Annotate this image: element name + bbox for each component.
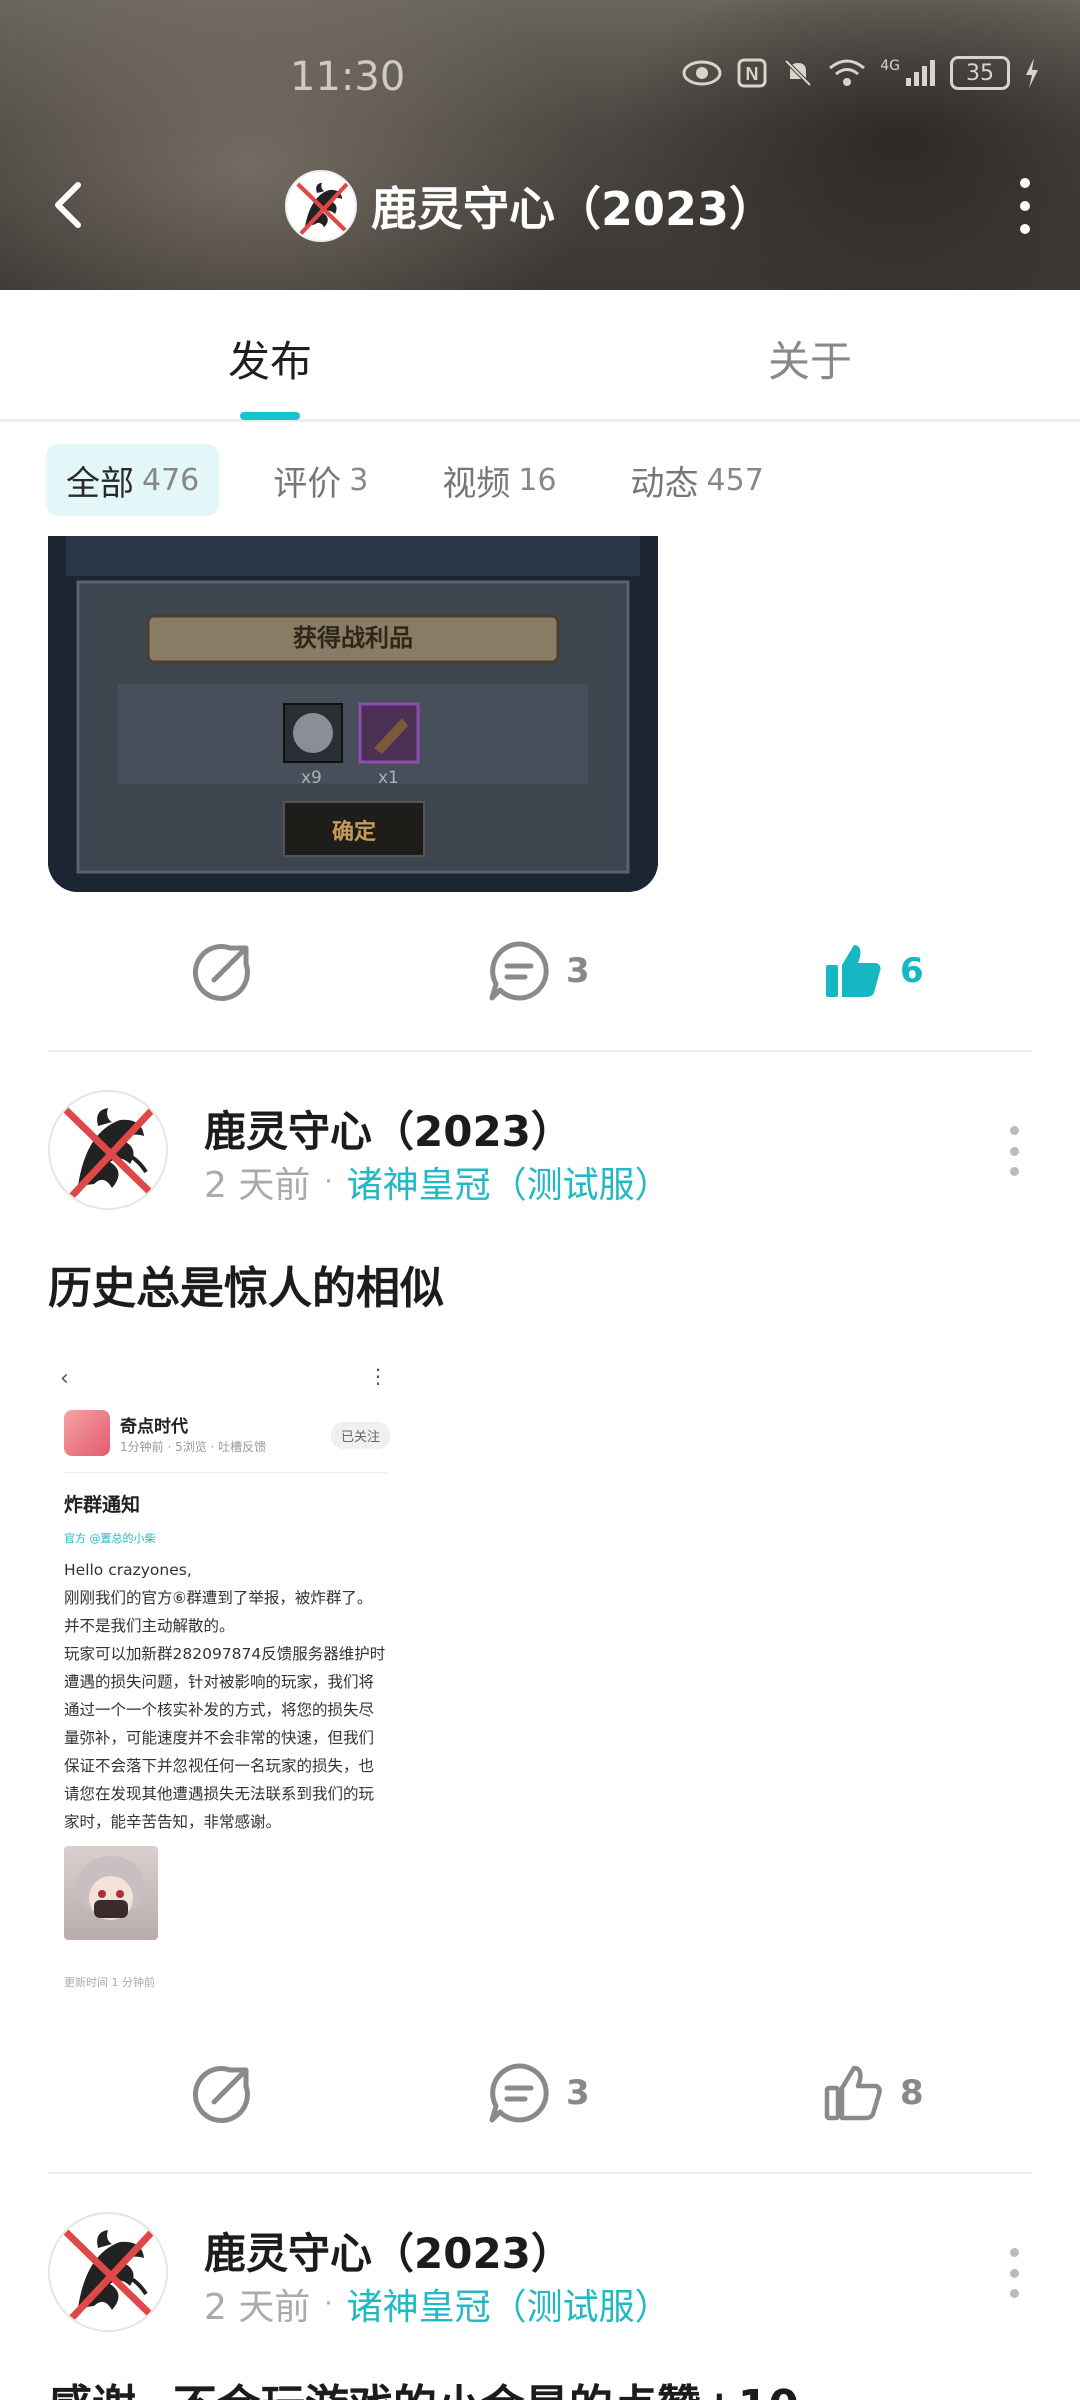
- author-name[interactable]: 鹿灵守心（2023）: [204, 2220, 573, 2281]
- like-count: 6: [900, 951, 924, 991]
- game-link[interactable]: 诸神皇冠（测试服）: [347, 2278, 671, 2330]
- filter-all[interactable]: 全部 476: [46, 444, 220, 516]
- share-button[interactable]: [190, 2048, 256, 2138]
- embed-divider: [64, 1472, 388, 1473]
- post-divider: [48, 2172, 1032, 2174]
- battery-indicator: 35: [950, 56, 1010, 90]
- share-icon: [192, 944, 250, 1002]
- filter-chips: 全部 476 评价 3 视频 16 动态 457: [46, 444, 784, 516]
- comment-count: 3: [566, 951, 590, 991]
- status-bar: 11:30 N 4G 35: [0, 0, 1080, 140]
- embed-updated: 更新时间 1 分钟前: [64, 1976, 155, 1989]
- embed-back-icon: ‹: [60, 1366, 69, 1391]
- post1-action-bar: 3 8: [0, 2048, 1080, 2138]
- eye-icon: [682, 60, 722, 86]
- comment-icon: [489, 941, 549, 1001]
- post-time: 2 天前: [204, 2287, 311, 2328]
- post-image-announcement[interactable]: ‹ ⋮ 奇点时代 1分钟前 · 5浏览 · 吐槽反馈 已关注 炸群通知 官方 @…: [48, 1346, 398, 2006]
- avatar[interactable]: [285, 170, 357, 242]
- comment-button[interactable]: 3: [486, 926, 590, 1016]
- like-button[interactable]: 8: [822, 2048, 924, 2138]
- wifi-icon: [829, 59, 866, 86]
- dragon-avatar-icon: [52, 2216, 166, 2330]
- post-title[interactable]: 历史总是惊人的相似: [48, 1252, 444, 1316]
- meta-separator: ·: [324, 1167, 333, 1197]
- embed-tag: 官方 @置总的小柴: [64, 1532, 156, 1545]
- more-menu-icon[interactable]: [1010, 178, 1040, 234]
- comment-icon: [489, 2063, 549, 2123]
- loot-confirm-button: 确定: [331, 820, 376, 845]
- thumbs-up-outline-icon: [824, 2065, 882, 2121]
- author-avatar[interactable]: [48, 2212, 168, 2332]
- meta-separator: ·: [324, 2289, 333, 2319]
- embed-body: Hello crazyones, 刚刚我们的官方⑥群遭到了举报，被炸群了。 并不…: [64, 1561, 386, 1831]
- post-image-loot[interactable]: 获得战利品 x9 x1 确定: [48, 536, 658, 892]
- post-more-icon[interactable]: [1004, 2248, 1024, 2298]
- header-title-group: 鹿灵守心（2023）: [285, 170, 775, 242]
- like-button[interactable]: 6: [822, 926, 924, 1016]
- filter-videos[interactable]: 视频 16: [422, 444, 576, 516]
- profile-header: 11:30 N 4G 35 鹿灵守心（2023）: [0, 0, 1080, 290]
- embed-avatar: [64, 1410, 110, 1456]
- post2-header: 鹿灵守心（2023） 2 天前 · 诸神皇冠（测试服）: [48, 2212, 1032, 2336]
- tab-bar: 发布 关于: [0, 290, 1080, 422]
- tab-about[interactable]: 关于: [768, 328, 852, 389]
- embed-title: 炸群通知: [64, 1494, 141, 1516]
- like-count: 8: [900, 2073, 924, 2113]
- top-nav: 鹿灵守心（2023）: [0, 150, 1080, 260]
- signal-icon: [906, 60, 935, 86]
- comment-button[interactable]: 3: [486, 2048, 590, 2138]
- post-more-icon[interactable]: [1004, 1126, 1024, 1176]
- post0-action-bar: 3 6: [0, 926, 1080, 1016]
- embed-sticker-image: [64, 1846, 158, 1940]
- thumbs-up-filled-icon: [826, 945, 881, 997]
- post-meta: 2 天前 · 诸神皇冠（测试服）: [204, 2278, 671, 2330]
- embed-meta: 1分钟前 · 5浏览 · 吐槽反馈: [120, 1440, 267, 1454]
- author-name[interactable]: 鹿灵守心（2023）: [204, 1098, 573, 1159]
- charging-icon: [1026, 58, 1038, 88]
- dragon-avatar-icon: [52, 1094, 166, 1208]
- filter-reviews[interactable]: 评价 3: [253, 444, 388, 516]
- tab-post[interactable]: 发布: [228, 328, 312, 389]
- author-avatar[interactable]: [48, 1090, 168, 1210]
- back-arrow-icon[interactable]: [40, 175, 100, 235]
- loot-banner-text: 获得战利品: [293, 624, 413, 652]
- embed-author: 奇点时代: [120, 1417, 188, 1437]
- embed-more-icon: ⋮: [368, 1364, 388, 1388]
- post-time: 2 天前: [204, 1165, 311, 1206]
- post1-header: 鹿灵守心（2023） 2 天前 · 诸神皇冠（测试服）: [48, 1090, 1032, 1214]
- network-label: 4G: [880, 58, 900, 74]
- header-title: 鹿灵守心（2023）: [371, 182, 776, 236]
- status-time: 11:30: [290, 54, 406, 100]
- loot-item-2-count: x1: [378, 768, 399, 788]
- dragon-avatar-icon: [288, 173, 355, 240]
- loot-item-1-count: x9: [301, 768, 322, 788]
- svg-text:N: N: [746, 64, 759, 84]
- share-icon: [192, 2066, 250, 2124]
- share-button[interactable]: [190, 926, 256, 1016]
- comment-count: 3: [566, 2073, 590, 2113]
- filter-moments[interactable]: 动态 457: [611, 444, 784, 516]
- embed-follow-badge: 已关注: [330, 1422, 390, 1449]
- nfc-icon: N: [737, 58, 767, 88]
- post-meta: 2 天前 · 诸神皇冠（测试服）: [204, 1156, 671, 1208]
- status-icons: N 4G 35: [682, 56, 1040, 90]
- game-link[interactable]: 诸神皇冠（测试服）: [347, 1156, 671, 1208]
- post-divider: [48, 1050, 1032, 1052]
- post-title[interactable]: 感谢~不会玩游戏的小会是的点赞+10: [48, 2370, 799, 2400]
- mute-bell-icon: [784, 59, 812, 87]
- tab-indicator: [240, 412, 300, 420]
